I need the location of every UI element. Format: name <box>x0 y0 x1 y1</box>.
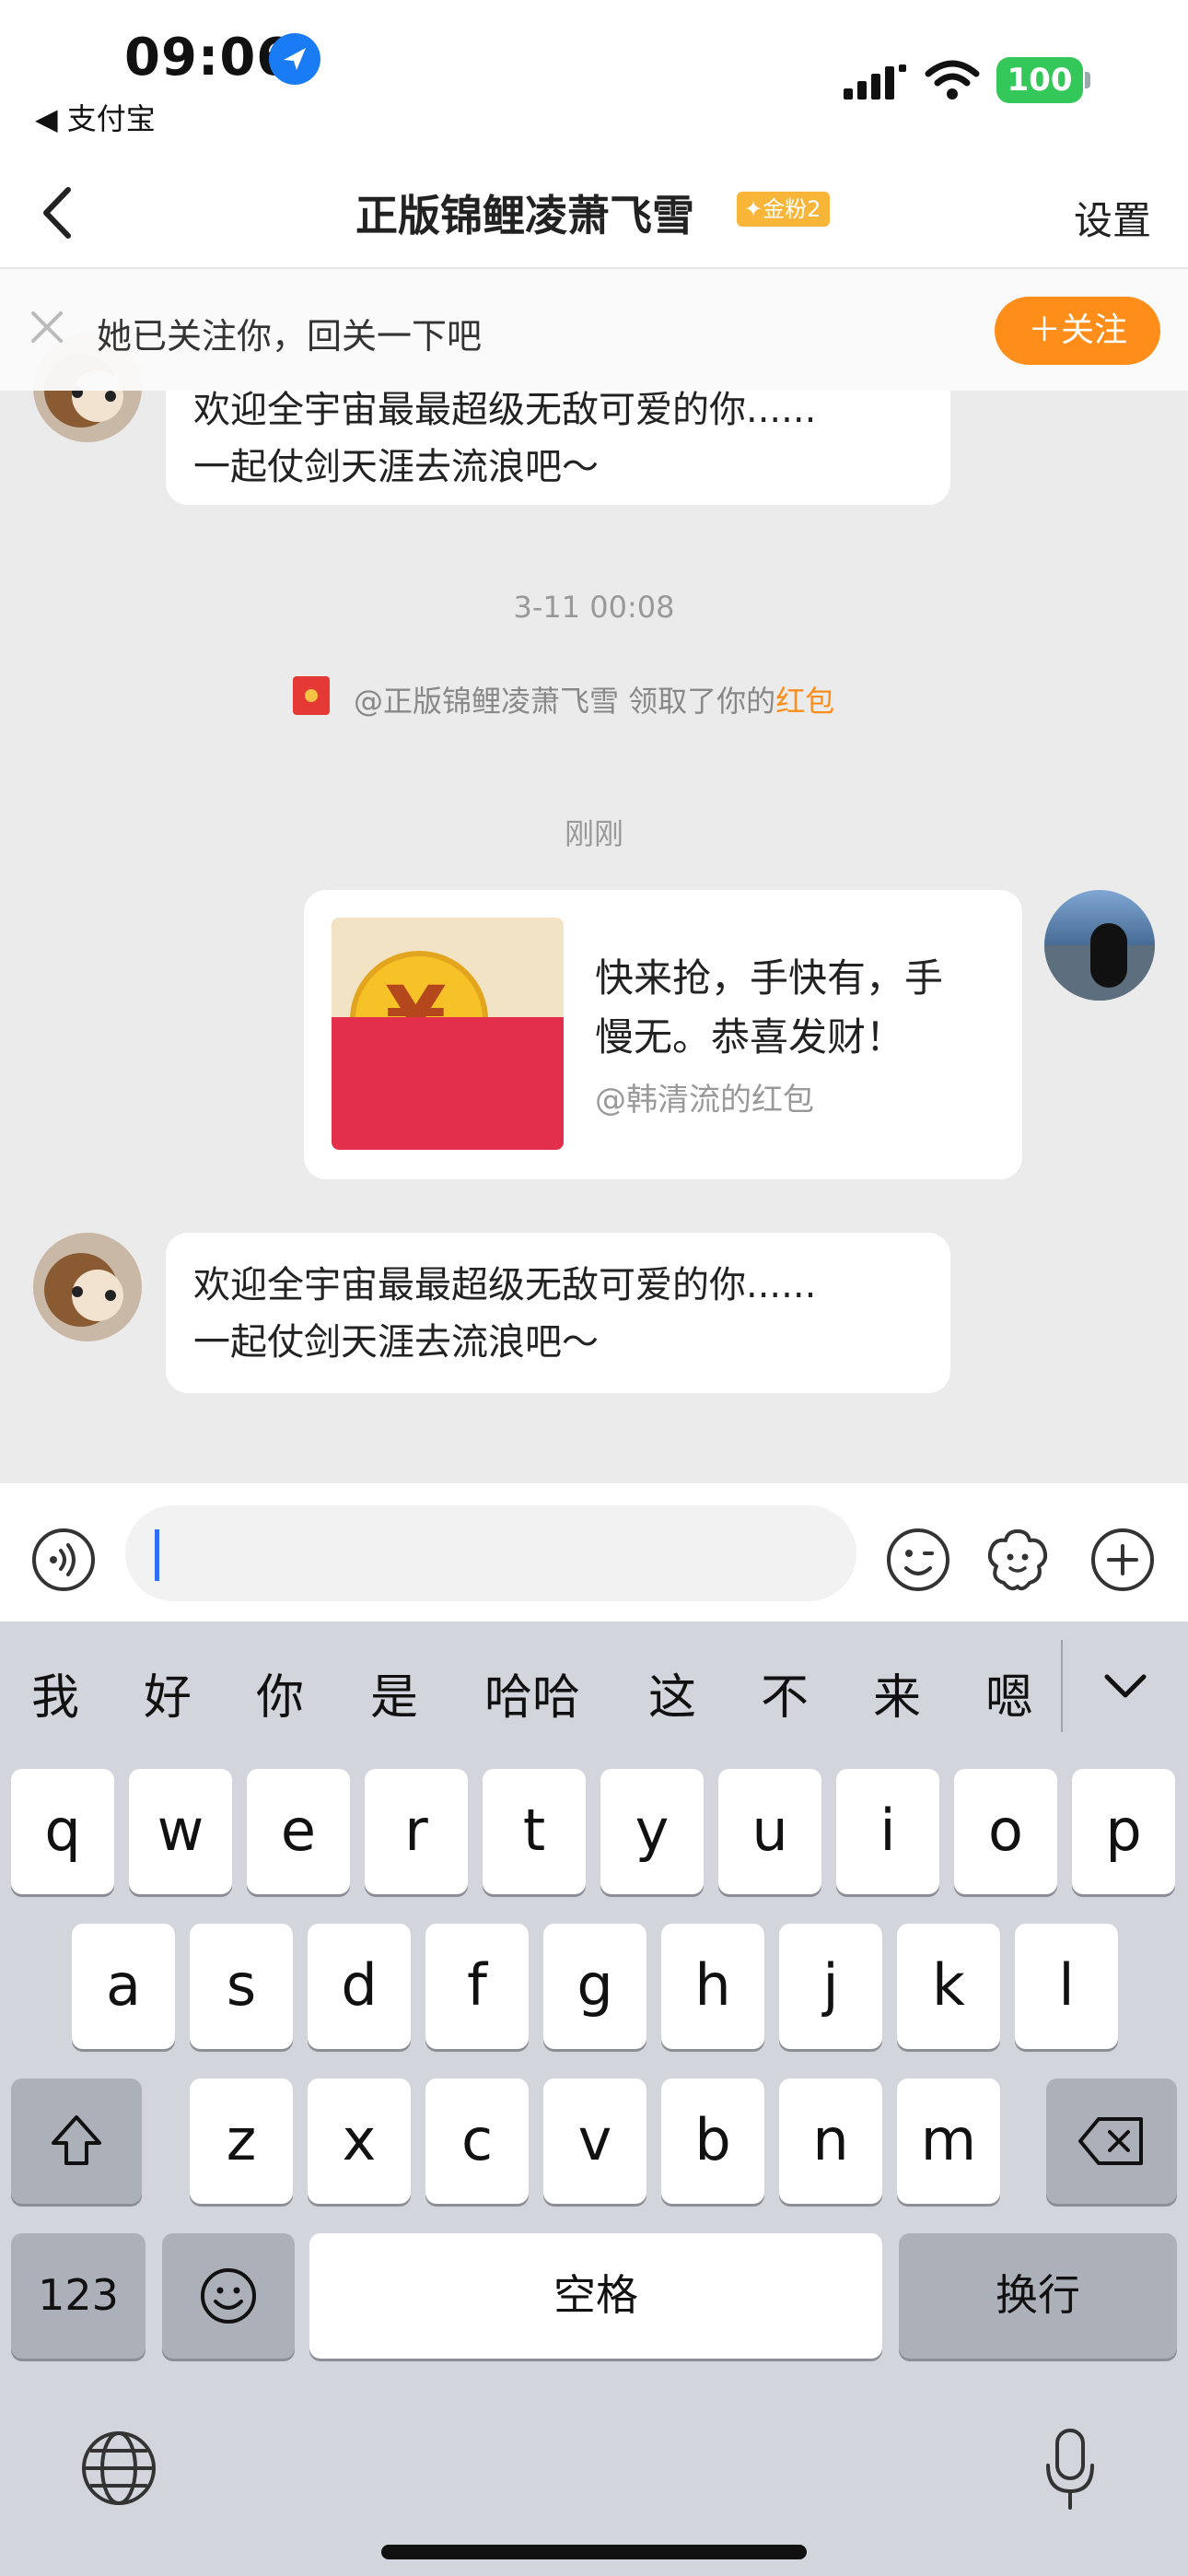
key-r[interactable]: r <box>365 1769 468 1894</box>
key-u[interactable]: u <box>718 1769 821 1894</box>
contact-avatar[interactable] <box>33 1233 142 1341</box>
candidate-divider <box>1061 1640 1063 1732</box>
candidate-word[interactable]: 这 <box>648 1658 696 1727</box>
message-input[interactable] <box>125 1505 856 1601</box>
shift-arrow-icon <box>52 2115 101 2165</box>
back-to-app-link[interactable]: ◀ 支付宝 <box>35 96 156 138</box>
greeting-line: 快来抢，手快有，手 <box>595 955 944 1001</box>
candidate-word[interactable]: 好 <box>144 1658 192 1727</box>
key-i[interactable]: i <box>836 1769 939 1894</box>
key-b[interactable]: b <box>661 2078 764 2204</box>
chat-header: 正版锦鲤凌萧飞雪 ✦金粉2 设置 <box>0 157 1188 269</box>
text-cursor <box>155 1529 159 1581</box>
battery-tip <box>1085 72 1090 88</box>
plus-icon[interactable] <box>1090 1528 1155 1592</box>
key-x[interactable]: x <box>308 2078 411 2204</box>
key-e[interactable]: e <box>247 1769 350 1894</box>
backspace-key[interactable] <box>1046 2078 1177 2204</box>
candidate-word[interactable]: 我 <box>31 1658 79 1727</box>
sticker-icon[interactable] <box>984 1526 1052 1594</box>
greeting-line: 慢无。恭喜发财！ <box>595 1014 905 1060</box>
key-m[interactable]: m <box>897 2078 1000 2204</box>
follow-button[interactable]: ＋关注 <box>995 297 1160 365</box>
red-packet-image: ¥ <box>332 918 564 1150</box>
backspace-icon <box>1078 2117 1143 2165</box>
key-d[interactable]: d <box>308 1924 411 2049</box>
fan-badge: ✦金粉2 <box>737 192 831 227</box>
candidate-word[interactable]: 是 <box>370 1658 418 1727</box>
message-line: 一起仗剑天涯去流浪吧～ <box>193 1321 599 1364</box>
key-w[interactable]: w <box>129 1769 232 1894</box>
emoji-key[interactable] <box>162 2233 295 2359</box>
space-key[interactable]: 空格 <box>309 2233 882 2359</box>
candidate-word[interactable]: 不 <box>761 1658 809 1727</box>
shift-key[interactable] <box>11 2078 142 2204</box>
battery-indicator: 100 <box>996 57 1083 103</box>
key-n[interactable]: n <box>779 2078 882 2204</box>
timestamp-divider: 刚刚 <box>564 816 623 851</box>
message-line: 一起仗剑天涯去流浪吧～ <box>193 446 599 488</box>
globe-icon[interactable] <box>77 2427 160 2510</box>
key-c[interactable]: c <box>425 2078 529 2204</box>
key-a[interactable]: a <box>72 1924 175 2049</box>
key-f[interactable]: f <box>425 1924 529 2049</box>
key-v[interactable]: v <box>543 2078 646 2204</box>
voice-input-icon[interactable] <box>31 1528 96 1592</box>
red-packet-link[interactable]: 红包 <box>775 684 834 719</box>
number-mode-key[interactable]: 123 <box>11 2233 146 2359</box>
chevron-down-icon[interactable] <box>1098 1658 1153 1714</box>
follow-prompt-text: 她已关注你，回关一下吧 <box>97 316 483 357</box>
settings-button[interactable]: 设置 <box>1074 190 1151 246</box>
location-arrow-icon <box>269 33 320 85</box>
candidate-word[interactable]: 来 <box>873 1658 921 1727</box>
candidate-word[interactable]: 嗯 <box>985 1658 1033 1727</box>
wifi-icon <box>925 59 980 101</box>
key-o[interactable]: o <box>954 1769 1057 1894</box>
key-p[interactable]: p <box>1072 1769 1175 1894</box>
cellular-signal-icon <box>844 64 906 101</box>
key-z[interactable]: z <box>190 2078 293 2204</box>
close-icon[interactable] <box>28 308 66 346</box>
candidate-word[interactable]: 哈哈 <box>484 1658 580 1727</box>
key-g[interactable]: g <box>543 1924 646 2049</box>
timestamp-divider: 3-11 00:08 <box>513 590 675 625</box>
chat-title: 正版锦鲤凌萧飞雪 <box>355 191 694 240</box>
smiley-icon <box>201 2268 256 2324</box>
status-bar: 09:06 ◀ 支付宝 100 <box>0 0 1188 157</box>
system-notice-text: @正版锦鲤凌萧飞雪 领取了你的 <box>354 684 776 719</box>
key-q[interactable]: q <box>11 1769 114 1894</box>
badge-star-icon: ✦ <box>744 196 763 222</box>
candidate-word[interactable]: 你 <box>256 1658 304 1727</box>
back-arrow-icon[interactable] <box>29 181 94 245</box>
message-line: 欢迎全宇宙最最超级无敌可爱的你...... <box>193 1264 817 1306</box>
system-notice: @正版锦鲤凌萧飞雪 领取了你的红包 <box>354 678 834 720</box>
key-h[interactable]: h <box>661 1924 764 2049</box>
key-s[interactable]: s <box>190 1924 293 2049</box>
red-packet-sender: @韩清流的红包 <box>595 1082 814 1118</box>
badge-label: 金粉2 <box>763 196 821 222</box>
emoji-icon[interactable] <box>886 1528 950 1592</box>
key-l[interactable]: l <box>1015 1924 1118 2049</box>
status-time: 09:06 <box>124 28 294 88</box>
red-packet-greeting: 快来抢，手快有，手 慢无。恭喜发财！ <box>595 949 1000 1067</box>
return-key[interactable]: 换行 <box>899 2233 1177 2359</box>
key-k[interactable]: k <box>897 1924 1000 2049</box>
keyboard: 我 好 你 是 哈哈 这 不 来 嗯 q w e r t y u i o p a… <box>0 1622 1188 2576</box>
my-avatar[interactable] <box>1044 890 1155 1001</box>
message-input-bar <box>0 1483 1188 1622</box>
follow-back-banner: 她已关注你，回关一下吧 ＋关注 <box>0 269 1188 391</box>
key-j[interactable]: j <box>779 1924 882 2049</box>
key-y[interactable]: y <box>600 1769 704 1894</box>
red-packet-mini-icon <box>293 676 330 715</box>
chat-bubble-incoming[interactable]: 欢迎全宇宙最最超级无敌可爱的你...... 一起仗剑天涯去流浪吧～ <box>166 1233 950 1393</box>
home-indicator <box>381 2545 807 2559</box>
red-envelope-icon <box>332 1017 564 1150</box>
key-t[interactable]: t <box>483 1769 586 1894</box>
red-packet-message[interactable]: ¥ 快来抢，手快有，手 慢无。恭喜发财！ @韩清流的红包 <box>304 890 1022 1179</box>
microphone-icon[interactable] <box>1041 2425 1100 2513</box>
